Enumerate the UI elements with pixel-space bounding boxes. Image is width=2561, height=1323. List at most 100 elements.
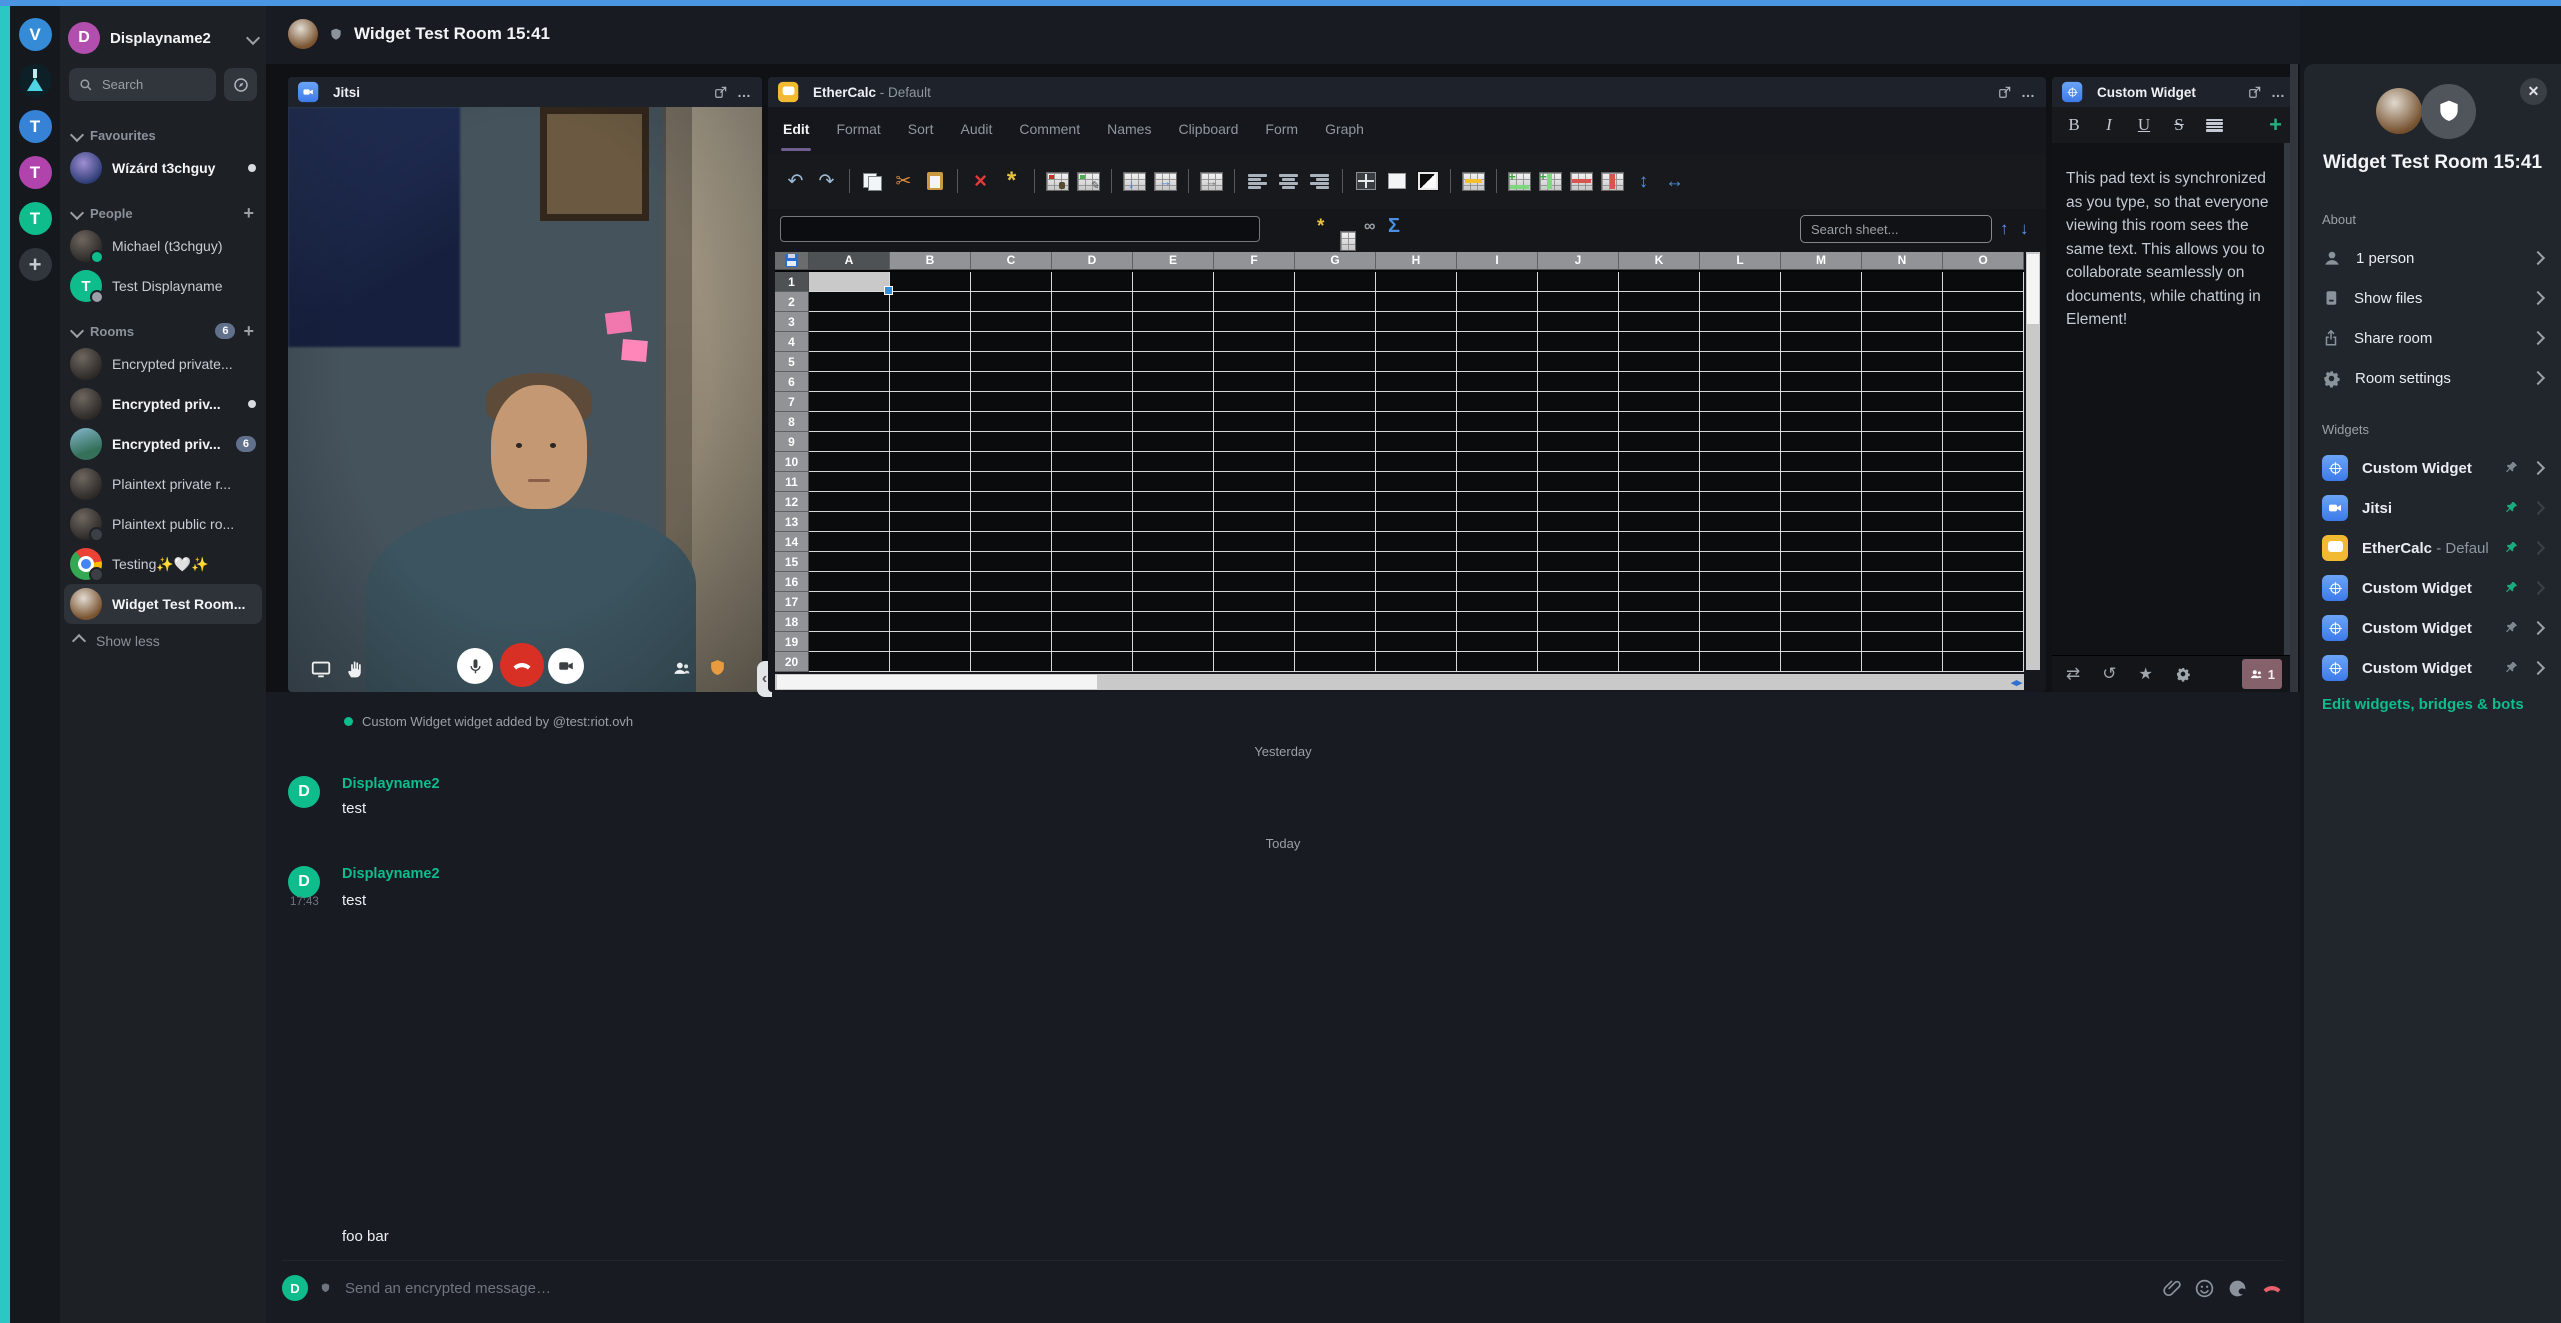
sheet-cell[interactable] [1862,432,1943,452]
save-sheet-icon[interactable] [775,252,809,270]
column-header[interactable]: J [1538,252,1619,270]
sheet-cell[interactable] [1619,392,1700,412]
menu-names[interactable]: Names [1107,121,1151,139]
user-menu[interactable]: D Displayname2 [68,16,258,60]
sheet-cell[interactable] [809,292,890,312]
sheet-cell[interactable] [1700,352,1781,372]
underline-button[interactable]: U [2136,115,2152,135]
sheet-cell[interactable] [1781,352,1862,372]
sheet-cell[interactable] [971,452,1052,472]
row-header[interactable]: 17 [775,592,809,612]
sheet-cell[interactable] [1457,592,1538,612]
sheet-cell[interactable] [1376,332,1457,352]
sheet-search-input[interactable] [1800,215,1992,243]
sheet-cell[interactable] [1538,392,1619,412]
sheet-cell[interactable] [1781,452,1862,472]
sheet-cell[interactable] [1133,272,1214,292]
sheet-cell[interactable] [809,612,890,632]
panel-resize-gutter[interactable] [2290,64,2298,692]
sheet-cell[interactable] [1538,372,1619,392]
room-list-item[interactable]: Testing✨🤍✨ [64,544,262,584]
sheet-cell[interactable] [890,312,971,332]
sheet-cell[interactable] [1295,472,1376,492]
sheet-cell[interactable] [1133,592,1214,612]
sheet-cell[interactable] [1295,312,1376,332]
sheet-cell[interactable] [890,632,971,652]
column-header[interactable]: B [890,252,971,270]
delete-col-icon[interactable] [1597,166,1628,196]
sheet-cell[interactable] [1619,652,1700,672]
row-header[interactable]: 7 [775,392,809,412]
sheet-cell[interactable] [1457,552,1538,572]
row-header[interactable]: 4 [775,332,809,352]
sheet-cell[interactable] [1457,512,1538,532]
sheet-cell[interactable] [1943,592,2024,612]
sheet-cell[interactable] [971,612,1052,632]
row-header[interactable]: 14 [775,532,809,552]
sheet-cell[interactable] [1781,572,1862,592]
pad-text[interactable]: This pad text is synchronized as you typ… [2052,143,2284,656]
sheet-cell[interactable] [1781,312,1862,332]
sheet-cell[interactable] [890,532,971,552]
sheet-cell[interactable] [809,512,890,532]
column-header[interactable]: G [1295,252,1376,270]
room-list-item[interactable]: Plaintext private r... [64,464,262,504]
sheet-cell[interactable] [1133,552,1214,572]
sheet-cell[interactable] [1457,632,1538,652]
sheet-cell[interactable] [1214,272,1295,292]
sheet-cell[interactable] [1052,432,1133,452]
sheet-cell[interactable] [809,592,890,612]
sticker-icon[interactable] [2227,1278,2248,1299]
sheet-cell[interactable] [1781,512,1862,532]
sheet-cell[interactable] [1700,492,1781,512]
sheet-cell[interactable] [1376,372,1457,392]
sum-icon[interactable]: Σ [1388,216,1400,236]
sheet-cell[interactable] [1295,332,1376,352]
sheet-cell[interactable] [1133,632,1214,652]
sheet-cell[interactable] [1295,412,1376,432]
sheet-cell[interactable] [809,552,890,572]
sheet-cell[interactable] [1538,532,1619,552]
sheet-cell[interactable] [890,372,971,392]
sheet-cell[interactable] [1457,412,1538,432]
screenshare-icon[interactable] [310,658,332,680]
sheet-cell[interactable] [1943,372,2024,392]
sheet-cell[interactable] [1700,312,1781,332]
avatar[interactable]: D [288,776,320,808]
sheet-cell[interactable] [971,312,1052,332]
sheet-cell[interactable] [1943,412,2024,432]
row-header[interactable]: 1 [775,272,809,292]
sheet-cell[interactable] [890,592,971,612]
room-avatar-large[interactable] [2376,88,2422,134]
column-header[interactable]: D [1052,252,1133,270]
sheet-cell[interactable] [1862,552,1943,572]
sheet-cell[interactable] [1214,452,1295,472]
sheet-cell[interactable] [1862,452,1943,472]
sheet-cell[interactable] [1052,532,1133,552]
camera-button[interactable] [548,648,584,684]
align-left-icon[interactable] [1242,166,1273,196]
ethercalc-widget-header[interactable]: EtherCalc - Default … [768,77,2046,107]
security-shield-icon[interactable] [708,658,727,678]
sheet-cell[interactable] [1376,532,1457,552]
sheet-cell[interactable] [1619,512,1700,532]
sheet-cell[interactable] [1214,412,1295,432]
room-list-item[interactable]: Widget Test Room... [64,584,262,624]
sheet-cell[interactable] [1052,652,1133,672]
widget-list-item[interactable]: Custom Widget [2314,450,2551,486]
sheet-horizontal-scrollbar[interactable]: ◂▸ [775,674,2024,690]
sheet-cell[interactable] [1538,572,1619,592]
section-header[interactable]: Rooms6+ [60,318,266,344]
widget-list-item[interactable]: Custom Widget [2314,650,2551,686]
sheet-cell[interactable] [1619,432,1700,452]
sheet-cell[interactable] [809,532,890,552]
search-down-icon[interactable]: ↓ [2020,219,2029,239]
sheet-cell[interactable] [1781,592,1862,612]
space-user-v[interactable]: V [19,18,52,51]
row-header[interactable]: 13 [775,512,809,532]
popout-icon[interactable] [1998,85,2012,99]
list-picker-icon[interactable] [1340,231,1356,251]
sheet-cell[interactable] [1376,652,1457,672]
sheet-cell[interactable] [1133,352,1214,372]
show-less-button[interactable]: Show less [60,624,266,658]
